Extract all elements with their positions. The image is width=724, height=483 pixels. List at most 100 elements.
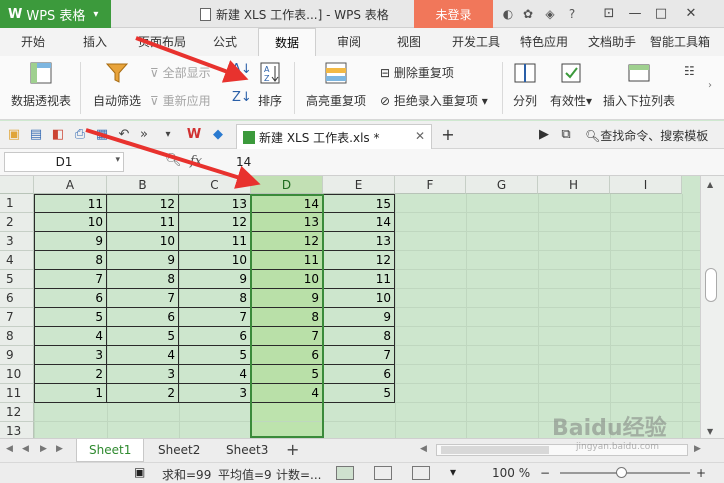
open-folder-icon[interactable]: ▣ bbox=[6, 127, 22, 143]
cell-e10[interactable]: 6 bbox=[323, 365, 395, 384]
row-header-2[interactable]: 2 bbox=[0, 213, 34, 232]
screen-icon[interactable]: ▶ bbox=[536, 127, 552, 143]
scroll-down-icon[interactable]: ▼ bbox=[707, 427, 713, 436]
cell-a11[interactable]: 1 bbox=[34, 384, 107, 403]
cell-a1[interactable]: 11 bbox=[34, 194, 107, 213]
tab-features[interactable]: 特色应用 bbox=[512, 28, 576, 56]
row-header-12[interactable]: 12 bbox=[0, 403, 34, 422]
cell-c10[interactable]: 4 bbox=[179, 365, 251, 384]
cell-b5[interactable]: 8 bbox=[107, 270, 179, 289]
cell-b11[interactable]: 2 bbox=[107, 384, 179, 403]
row-header-1[interactable]: 1 bbox=[0, 194, 34, 213]
last-sheet-icon[interactable]: ▶ bbox=[56, 444, 63, 454]
cell-c1[interactable]: 13 bbox=[179, 194, 251, 213]
show-all-button[interactable]: ⊽ 全部显示 bbox=[150, 64, 211, 81]
cell-a8[interactable]: 4 bbox=[34, 327, 107, 346]
row-header-13[interactable]: 13 bbox=[0, 422, 34, 438]
new-tab-icon[interactable]: + bbox=[440, 127, 456, 143]
sheet-tab-1[interactable]: Sheet1 bbox=[76, 439, 145, 462]
customize-dropdown-icon[interactable]: ▾ bbox=[160, 127, 176, 143]
column-header-e[interactable]: E bbox=[323, 176, 395, 194]
column-header-d[interactable]: D bbox=[251, 176, 323, 194]
column-header-h[interactable]: H bbox=[538, 176, 610, 194]
cell-b3[interactable]: 10 bbox=[107, 232, 179, 251]
ribbon-scroll-right-icon[interactable]: › bbox=[708, 80, 712, 91]
tab-developer[interactable]: 开发工具 bbox=[444, 28, 508, 56]
zoom-slider[interactable] bbox=[560, 467, 690, 478]
row-header-3[interactable]: 3 bbox=[0, 232, 34, 251]
cell-b2[interactable]: 11 bbox=[107, 213, 179, 232]
restore-window-icon[interactable]: ⊡ bbox=[598, 4, 620, 24]
tab-insert[interactable]: 插入 bbox=[70, 28, 120, 56]
cell-e7[interactable]: 9 bbox=[323, 308, 395, 327]
cell-c8[interactable]: 6 bbox=[179, 327, 251, 346]
cell-a9[interactable]: 3 bbox=[34, 346, 107, 365]
reject-duplicates-button[interactable]: ⊘ 拒绝录入重复项 ▾ bbox=[380, 92, 488, 109]
app-menu-button[interactable]: W WPS 表格 ▾ bbox=[0, 0, 111, 28]
scroll-right-icon[interactable]: ▶ bbox=[694, 444, 701, 454]
row-header-8[interactable]: 8 bbox=[0, 327, 34, 346]
pivot-table-button[interactable]: 数据透视表 bbox=[8, 60, 74, 109]
reading-mode-icon[interactable]: ▾ bbox=[450, 465, 468, 479]
row-header-7[interactable]: 7 bbox=[0, 308, 34, 327]
sheet-tab-3[interactable]: Sheet3 bbox=[214, 439, 280, 462]
first-sheet-icon[interactable]: ◀ bbox=[6, 444, 13, 454]
undo-icon[interactable]: ↶ bbox=[116, 127, 132, 143]
column-header-f[interactable]: F bbox=[395, 176, 466, 194]
cell-a4[interactable]: 8 bbox=[34, 251, 107, 270]
cell-b10[interactable]: 3 bbox=[107, 365, 179, 384]
cell-a5[interactable]: 7 bbox=[34, 270, 107, 289]
scroll-up-icon[interactable]: ▲ bbox=[707, 180, 713, 189]
cell-c6[interactable]: 8 bbox=[179, 289, 251, 308]
cell-a3[interactable]: 9 bbox=[34, 232, 107, 251]
tab-view[interactable]: 视图 bbox=[386, 28, 432, 56]
reapply-button[interactable]: ⊽ 重新应用 bbox=[150, 92, 211, 109]
sheet-tab-2[interactable]: Sheet2 bbox=[146, 439, 212, 462]
cell-c3[interactable]: 11 bbox=[179, 232, 251, 251]
validation-button[interactable]: 有效性▾ bbox=[546, 60, 596, 109]
window-tile-icon[interactable]: ⧉ bbox=[558, 127, 574, 143]
command-search[interactable]: 🔍︎查找命令、搜索模板 bbox=[585, 127, 708, 144]
column-header-i[interactable]: I bbox=[610, 176, 682, 194]
spreadsheet-grid[interactable]: A B C D E F G H I 1 2 3 4 5 6 7 8 9 10 11 12 13 11 12 13 14 15 10 11… bbox=[0, 176, 700, 438]
scroll-left-icon[interactable]: ◀ bbox=[420, 444, 427, 454]
print-icon[interactable]: ⎙ bbox=[72, 127, 88, 143]
cell-e4[interactable]: 12 bbox=[323, 251, 395, 270]
row-header-9[interactable]: 9 bbox=[0, 346, 34, 365]
tab-formula[interactable]: 公式 bbox=[202, 28, 248, 56]
help-icon[interactable]: ? bbox=[564, 6, 580, 22]
zoom-out-icon[interactable]: − bbox=[540, 466, 550, 480]
close-tab-icon[interactable]: ✕ bbox=[415, 129, 425, 143]
scroll-thumb[interactable] bbox=[705, 268, 717, 302]
settings-icon[interactable]: ✿ bbox=[520, 6, 536, 22]
wps-w-icon[interactable]: W bbox=[186, 127, 202, 143]
cell-c2[interactable]: 12 bbox=[179, 213, 251, 232]
cell-b9[interactable]: 4 bbox=[107, 346, 179, 365]
row-header-4[interactable]: 4 bbox=[0, 251, 34, 270]
tab-doc-assistant[interactable]: 文档助手 bbox=[580, 28, 644, 56]
sort-button[interactable]: AZ 排序 bbox=[254, 60, 286, 109]
export-pdf-icon[interactable]: ◧ bbox=[50, 127, 66, 143]
row-header-10[interactable]: 10 bbox=[0, 365, 34, 384]
cell-b7[interactable]: 6 bbox=[107, 308, 179, 327]
zoom-icon[interactable]: 🔍︎ bbox=[165, 153, 182, 168]
cell-e3[interactable]: 13 bbox=[323, 232, 395, 251]
next-sheet-icon[interactable]: ▶ bbox=[40, 444, 47, 454]
cell-c4[interactable]: 10 bbox=[179, 251, 251, 270]
cloud-box-icon[interactable]: ◆ bbox=[210, 127, 226, 143]
sort-ascending-button[interactable]: A↓ bbox=[232, 62, 252, 77]
cell-e1[interactable]: 15 bbox=[323, 194, 395, 213]
close-button[interactable]: ✕ bbox=[680, 4, 702, 24]
select-all-corner[interactable] bbox=[0, 176, 34, 194]
row-header-5[interactable]: 5 bbox=[0, 270, 34, 289]
cell-e8[interactable]: 8 bbox=[323, 327, 395, 346]
more-icon[interactable]: » bbox=[136, 127, 152, 143]
save-icon[interactable]: ▤ bbox=[28, 127, 44, 143]
remove-duplicates-button[interactable]: ⊟ 删除重复项 bbox=[380, 64, 454, 81]
feedback-icon[interactable]: ◈ bbox=[542, 6, 558, 22]
column-header-g[interactable]: G bbox=[466, 176, 538, 194]
column-header-a[interactable]: A bbox=[34, 176, 107, 194]
login-button[interactable]: 未登录 bbox=[414, 0, 493, 28]
name-box[interactable]: D1 ▾ bbox=[4, 152, 124, 172]
tab-page-layout[interactable]: 页面布局 bbox=[130, 28, 194, 56]
